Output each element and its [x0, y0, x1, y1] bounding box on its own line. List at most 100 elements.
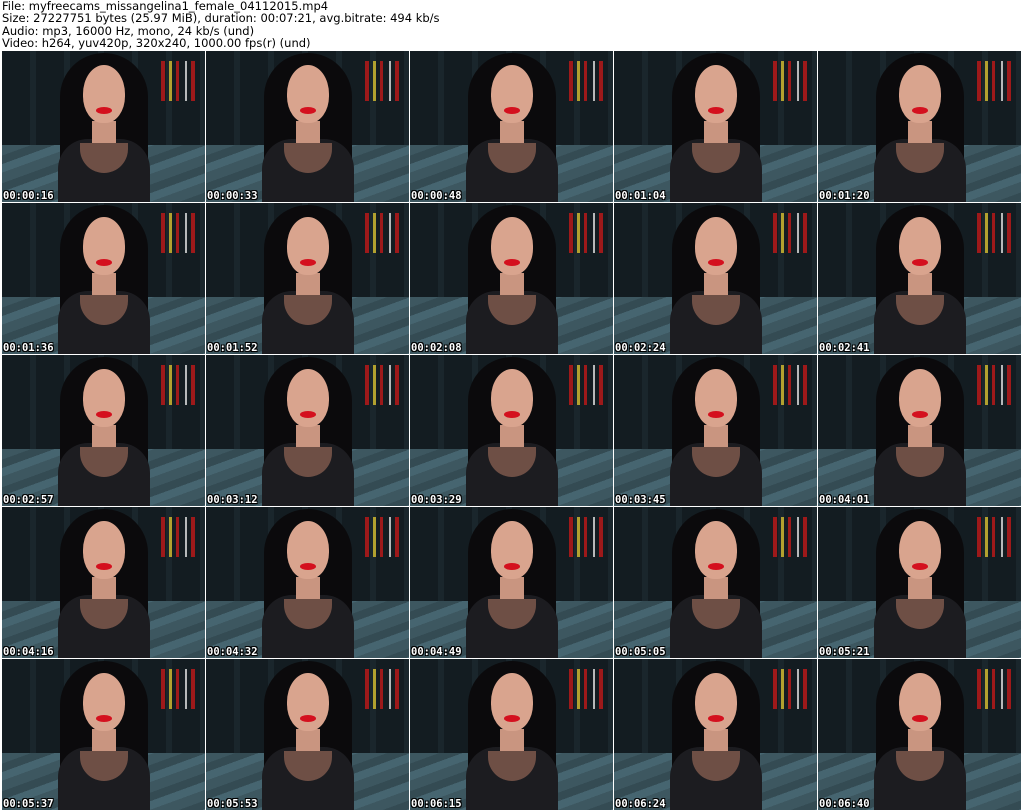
video-thumbnail[interactable]: 00:02:41: [818, 203, 1021, 354]
thumbnail-timestamp: 00:05:53: [207, 798, 258, 810]
video-thumbnail[interactable]: 00:05:37: [2, 659, 205, 810]
thumbnail-neck: [703, 273, 728, 295]
thumbnail-neck: [703, 577, 728, 599]
thumbnail-lips: [911, 411, 928, 418]
thumbnail-shelf: [569, 669, 607, 709]
file-info-header: File: myfreecams_missangelina1_female_04…: [2, 0, 1022, 50]
thumbnail-face: [898, 369, 941, 427]
video-thumbnail[interactable]: 00:02:57: [2, 355, 205, 506]
thumbnail-timestamp: 00:06:24: [615, 798, 666, 810]
thumbnail-shelf: [161, 213, 199, 253]
video-info-line: Video: h264, yuv420p, 320x240, 1000.00 f…: [2, 36, 311, 51]
thumbnail-lips: [299, 715, 316, 722]
video-thumbnail[interactable]: 00:01:52: [206, 203, 409, 354]
thumbnail-shelf: [365, 669, 403, 709]
thumbnail-timestamp: 00:01:20: [819, 190, 870, 202]
video-thumbnail[interactable]: 00:00:33: [206, 51, 409, 202]
thumbnail-face: [82, 673, 125, 731]
thumbnail-shelf: [365, 61, 403, 101]
thumbnail-neck: [907, 729, 932, 751]
video-thumbnail[interactable]: 00:04:16: [2, 507, 205, 658]
thumbnail-face: [286, 521, 329, 579]
thumbnail-lips: [707, 259, 724, 266]
thumbnail-shelf: [569, 517, 607, 557]
thumbnail-face: [82, 217, 125, 275]
thumbnail-face: [82, 65, 125, 123]
video-thumbnail[interactable]: 00:02:08: [410, 203, 613, 354]
thumbnail-face: [898, 521, 941, 579]
thumbnail-shelf: [161, 61, 199, 101]
thumbnail-timestamp: 00:05:05: [615, 646, 666, 658]
thumbnail-timestamp: 00:04:32: [207, 646, 258, 658]
thumbnail-lips: [911, 715, 928, 722]
thumbnail-lips: [95, 715, 112, 722]
video-thumbnail[interactable]: 00:05:05: [614, 507, 817, 658]
thumbnail-shelf: [977, 365, 1015, 405]
video-thumbnail[interactable]: 00:00:16: [2, 51, 205, 202]
thumbnail-timestamp: 00:02:24: [615, 342, 666, 354]
thumbnail-lips: [707, 715, 724, 722]
thumbnail-timestamp: 00:06:40: [819, 798, 870, 810]
thumbnail-face: [694, 673, 737, 731]
thumbnail-lips: [299, 411, 316, 418]
thumbnail-lips: [503, 107, 520, 114]
video-thumbnail[interactable]: 00:06:24: [614, 659, 817, 810]
thumbnail-lips: [503, 411, 520, 418]
thumbnail-neck: [907, 577, 932, 599]
video-thumbnail[interactable]: 00:00:48: [410, 51, 613, 202]
thumbnail-face: [286, 369, 329, 427]
thumbnail-grid: 00:00:16 00:00:33 00:00:48 00:01:04 00:01:20…: [2, 51, 1022, 811]
video-thumbnail[interactable]: 00:04:32: [206, 507, 409, 658]
thumbnail-neck: [499, 577, 524, 599]
thumbnail-neck: [91, 577, 116, 599]
thumbnail-lips: [95, 411, 112, 418]
thumbnail-shelf: [773, 61, 811, 101]
thumbnail-lips: [299, 563, 316, 570]
thumbnail-neck: [295, 577, 320, 599]
thumbnail-neck: [499, 425, 524, 447]
video-thumbnail[interactable]: 00:02:24: [614, 203, 817, 354]
thumbnail-lips: [95, 259, 112, 266]
thumbnail-face: [490, 673, 533, 731]
thumbnail-face: [286, 217, 329, 275]
thumbnail-timestamp: 00:02:08: [411, 342, 462, 354]
thumbnail-neck: [295, 273, 320, 295]
video-thumbnail[interactable]: 00:03:29: [410, 355, 613, 506]
thumbnail-timestamp: 00:01:52: [207, 342, 258, 354]
thumbnail-timestamp: 00:02:57: [3, 494, 54, 506]
video-thumbnail[interactable]: 00:03:12: [206, 355, 409, 506]
thumbnail-lips: [911, 107, 928, 114]
video-thumbnail[interactable]: 00:01:04: [614, 51, 817, 202]
thumbnail-lips: [299, 259, 316, 266]
thumbnail-timestamp: 00:00:16: [3, 190, 54, 202]
thumbnail-face: [694, 217, 737, 275]
thumbnail-face: [82, 369, 125, 427]
video-thumbnail[interactable]: 00:06:40: [818, 659, 1021, 810]
thumbnail-lips: [911, 563, 928, 570]
thumbnail-face: [490, 521, 533, 579]
video-thumbnail[interactable]: 00:04:49: [410, 507, 613, 658]
thumbnail-timestamp: 00:00:48: [411, 190, 462, 202]
thumbnail-shelf: [977, 61, 1015, 101]
thumbnail-lips: [707, 411, 724, 418]
video-thumbnail[interactable]: 00:06:15: [410, 659, 613, 810]
thumbnail-neck: [499, 121, 524, 143]
thumbnail-shelf: [569, 61, 607, 101]
video-thumbnail[interactable]: 00:01:20: [818, 51, 1021, 202]
thumbnail-face: [490, 217, 533, 275]
thumbnail-timestamp: 00:04:01: [819, 494, 870, 506]
video-thumbnail[interactable]: 00:05:21: [818, 507, 1021, 658]
thumbnail-face: [82, 521, 125, 579]
thumbnail-timestamp: 00:03:45: [615, 494, 666, 506]
video-thumbnail[interactable]: 00:04:01: [818, 355, 1021, 506]
thumbnail-shelf: [773, 365, 811, 405]
thumbnail-face: [694, 369, 737, 427]
thumbnail-neck: [703, 729, 728, 751]
thumbnail-face: [286, 65, 329, 123]
video-thumbnail[interactable]: 00:01:36: [2, 203, 205, 354]
thumbnail-neck: [907, 425, 932, 447]
thumbnail-lips: [95, 107, 112, 114]
video-thumbnail[interactable]: 00:05:53: [206, 659, 409, 810]
video-thumbnail[interactable]: 00:03:45: [614, 355, 817, 506]
thumbnail-shelf: [161, 517, 199, 557]
